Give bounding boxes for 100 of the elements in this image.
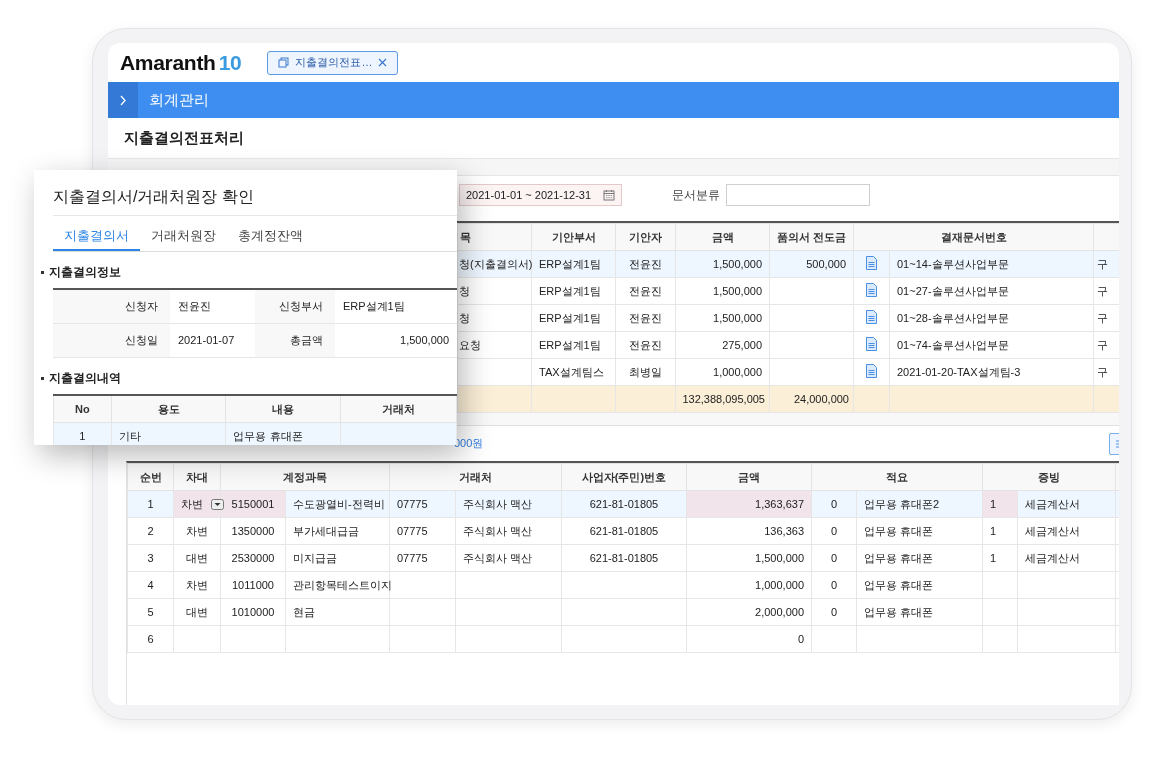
date-range-field[interactable]: 2021-01-01 ~ 2021-12-31 xyxy=(459,184,623,206)
table-cell: 차변 xyxy=(173,571,221,599)
table-cell: 차변 xyxy=(181,496,203,512)
close-icon[interactable] xyxy=(378,58,388,67)
table-cell: 5 xyxy=(127,598,174,626)
table-cell: 주식회사 맥산 xyxy=(455,517,562,545)
header-cell: 용도 xyxy=(111,395,226,423)
dropdown-icon[interactable] xyxy=(211,498,224,510)
table-row[interactable]: 3 대변 2530000 미지급금 07775 주식회사 맥산 621-81-01805 1,500,000 0 업무용 휴대폰 1 세금계산서 xyxy=(127,544,1119,572)
table-cell: TAX설계팀스 xyxy=(531,358,616,386)
table-row[interactable]: 1 기타 업무용 휴대폰 xyxy=(53,422,457,445)
table-row[interactable]: 청 ERP설계1팀 전윤진 1,500,000 01~28-솔루션사업부문 구 xyxy=(457,304,1119,332)
field-value: ERP설계1팀 xyxy=(335,290,457,324)
header-cell: 거래처 xyxy=(340,395,457,423)
field-label: 신청자 xyxy=(53,290,170,324)
table-cell: 대변 xyxy=(173,598,221,626)
header-cell: 적요 xyxy=(811,463,983,491)
window-icon xyxy=(278,57,290,68)
table-cell: 주식회사 맥산 xyxy=(455,490,562,518)
table-cell: 07775 xyxy=(389,544,456,572)
input-field[interactable] xyxy=(726,184,871,206)
field-value: 1,500,000 xyxy=(335,324,457,358)
table-cell: 부가세대급금 xyxy=(285,517,390,545)
table-cell: 1 xyxy=(982,544,1018,572)
table-cell: 0 xyxy=(811,598,857,626)
table-cell: 관리항목테스트이지 xyxy=(285,571,390,599)
menu-title: 회계관리 xyxy=(149,90,209,110)
document-icon[interactable] xyxy=(866,310,877,324)
open-tab[interactable]: 지출결의전표… xyxy=(267,50,399,75)
table-cell: 1,500,000 xyxy=(675,250,770,278)
table-cell: 01~14-솔루션사업부문 xyxy=(889,250,1094,278)
table-cell: 132,388,095,005 xyxy=(675,385,770,413)
header-cell: 내용 xyxy=(226,395,341,423)
field-label: 문서분류 xyxy=(672,187,721,203)
table-cell: ERP설계1팀 xyxy=(531,331,616,359)
table-row[interactable]: 5 대변 1010000 현금 2,000,000 0 업무용 휴대폰 xyxy=(127,598,1119,626)
table-cell: 1350000 xyxy=(220,517,286,545)
table-cell: 2530000 xyxy=(220,544,286,572)
document-icon[interactable] xyxy=(866,337,877,351)
table-cell: 업무용 휴대폰 xyxy=(856,598,983,626)
header-cell: 기안자 xyxy=(615,223,676,251)
table-row[interactable]: 청(지출결의서) ERP설계1팀 전윤진 1,500,000 500,000 01~14-솔루션사업부문 구 xyxy=(457,250,1119,278)
table-cell: 1,500,000 xyxy=(675,277,770,305)
table-cell: ERP설계1팀 xyxy=(531,277,616,305)
table-cell: 세금계산서 xyxy=(1017,517,1116,545)
header-cell: 금액 xyxy=(675,223,770,251)
document-icon[interactable] xyxy=(866,283,877,297)
table-cell: 621-81-01805 xyxy=(561,517,687,545)
header-cell: 계정과목 xyxy=(220,463,390,491)
table-cell: 대변 xyxy=(173,544,221,572)
section-title: 지출결의내역 xyxy=(49,370,121,387)
header-cell: 목 xyxy=(457,223,532,251)
table-cell: 500,000 xyxy=(769,250,854,278)
document-icon[interactable] xyxy=(866,364,877,378)
table-row[interactable]: 2 차변 1350000 부가세대급금 07775 주식회사 맥산 621-81-01805 136,363 0 업무용 휴대폰 1 세금계산서 xyxy=(127,517,1119,545)
logo: Amaranth 10 xyxy=(120,50,242,75)
dialog-title: 지출결의서/거래처원장 확인 xyxy=(53,187,457,216)
table-cell: 275,000 xyxy=(675,331,770,359)
table-cell: 3 xyxy=(127,544,174,572)
header-cell: 사업자(주민)번호 xyxy=(561,463,687,491)
table-row[interactable]: TAX설계팀스 최병일 1,000,000 2021-01-20-TAX설계팀-3 구 xyxy=(457,358,1119,386)
document-icon[interactable] xyxy=(866,256,877,270)
table-row[interactable]: 청 ERP설계1팀 전윤진 1,500,000 01~27-솔루션사업부문 구 xyxy=(457,277,1119,305)
tab[interactable]: 총계정잔액 xyxy=(227,224,314,251)
tab-label: 지출결의전표… xyxy=(295,55,373,70)
table-cell: 0 xyxy=(811,544,857,572)
table-cell: 1,500,000 xyxy=(686,544,812,572)
table-cell: 07775 xyxy=(389,517,456,545)
calendar-icon xyxy=(603,189,616,201)
table-cell: 청(지출결의서) xyxy=(457,250,532,278)
table-cell: 0 xyxy=(686,625,812,653)
table-cell: 업무용 휴대폰2 xyxy=(856,490,983,518)
table-cell: 세금계산서 xyxy=(1017,544,1116,572)
header-cell: 결재문서번호 xyxy=(853,223,1094,251)
table-cell: 2 xyxy=(127,517,174,545)
table-cell: 전윤진 xyxy=(615,331,676,359)
table-cell: 현금 xyxy=(285,598,390,626)
table-cell: 수도광열비-전력비 xyxy=(285,490,390,518)
tab[interactable]: 거래처원장 xyxy=(140,224,227,251)
table-cell: 6 xyxy=(127,625,174,653)
field-label: 총금액 xyxy=(255,324,335,358)
table-cell: 전윤진 xyxy=(615,304,676,332)
header-cell: 기안부서 xyxy=(531,223,616,251)
table-cell: 최병일 xyxy=(615,358,676,386)
field-label: 신청일 xyxy=(53,324,170,358)
table-cell: 2,000,000 xyxy=(686,598,812,626)
tab[interactable]: 지출결의서 xyxy=(53,224,140,251)
header-cell: 증빙 xyxy=(982,463,1116,491)
table-cell: 업무용 휴대폰 xyxy=(856,517,983,545)
table-cell: 4 xyxy=(127,571,174,599)
table-cell: 1,363,637 xyxy=(686,490,812,518)
table-cell: 1010000 xyxy=(220,598,286,626)
table-cell: ERP설계1팀 xyxy=(531,304,616,332)
table-row[interactable]: 6 0 xyxy=(127,625,1119,653)
table-row[interactable]: 4 차변 1011000 관리항목테스트이지 1,000,000 0 업무용 휴대폰 xyxy=(127,571,1119,599)
table-cell: 1,000,000 xyxy=(675,358,770,386)
bullet-icon xyxy=(41,377,44,380)
table-row[interactable]: 1 차변 5150001 수도광열비-전력비 07775 주식회사 맥산 621-81-01805 1,363,637 0 업무용 휴대폰2 1 세금계산서 xyxy=(127,490,1119,518)
table-row[interactable]: 요청 ERP설계1팀 전윤진 275,000 01~74-솔루션사업부문 구 xyxy=(457,331,1119,359)
header-cell: No xyxy=(53,395,112,423)
